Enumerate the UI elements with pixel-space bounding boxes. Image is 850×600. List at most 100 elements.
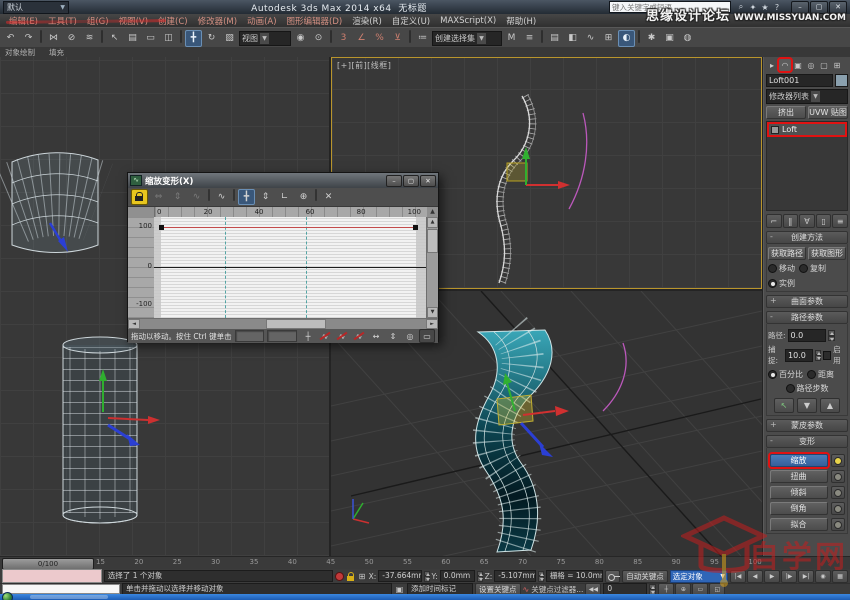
rollout-header[interactable]: - 变形 <box>766 435 848 448</box>
time-configuration-button[interactable]: ▦ <box>832 569 849 583</box>
path-steps-radio[interactable]: 路径步数 <box>785 383 829 394</box>
previous-shape-icon[interactable]: ▼ <box>797 398 817 413</box>
taskbar-app-button[interactable] <box>30 595 108 599</box>
deformation-button[interactable]: 扭曲 <box>769 470 828 483</box>
swap-deform-curves-icon[interactable]: ∿ <box>213 189 230 205</box>
help-icon[interactable]: ? <box>771 2 783 13</box>
hierarchy-tab[interactable]: ▣ <box>792 59 804 71</box>
distance-radio[interactable]: 距离 <box>807 369 834 380</box>
delete-control-point-icon[interactable]: ✕ <box>320 189 337 205</box>
menu-item[interactable]: 自定义(U) <box>387 15 435 27</box>
bind-to-space-warp-icon[interactable]: ≋ <box>81 30 98 47</box>
menu-item[interactable]: 渲染(R) <box>347 15 387 27</box>
rollout-header[interactable]: + 曲面参数 <box>766 295 848 308</box>
deformation-button[interactable]: 倾斜 <box>769 486 828 499</box>
toolbar-icon[interactable] <box>101 29 103 43</box>
windows-taskbar[interactable] <box>0 592 850 600</box>
selection-set-dropdown[interactable]: 选定对象 ▼ <box>669 569 729 583</box>
rollout-header[interactable]: - 创建方法 <box>766 231 848 244</box>
toolbar-icon[interactable] <box>638 29 640 43</box>
dialog-tool-icon[interactable] <box>315 189 317 201</box>
menu-item[interactable]: 图形编辑器(D) <box>282 15 348 27</box>
zoom-extents-icon[interactable]: ∿ <box>317 329 333 343</box>
previous-frame-button[interactable]: ◀ <box>747 569 764 583</box>
go-to-start-button[interactable]: |◀ <box>730 569 747 583</box>
select-and-manipulate-icon[interactable]: ⊙ <box>310 30 327 47</box>
modify-tab[interactable]: ◠ <box>779 59 791 71</box>
spinner-snap-toggle-icon[interactable]: ⊻ <box>389 30 406 47</box>
spinner[interactable] <box>649 583 657 595</box>
render-production-icon[interactable]: ◍ <box>679 30 696 47</box>
curve-editor-icon[interactable]: ∿ <box>582 30 599 47</box>
menu-item[interactable]: 修改器(M) <box>193 15 242 27</box>
bulb-toggle-icon[interactable] <box>830 502 845 515</box>
maximize-button[interactable]: ▢ <box>810 0 828 14</box>
move-control-point-icon[interactable]: ╋ <box>238 189 255 205</box>
z-coordinate-field[interactable]: -5.107mm <box>494 570 536 582</box>
isolate-selection-icon[interactable] <box>334 571 344 582</box>
bulb-toggle-icon[interactable] <box>830 470 845 483</box>
dialog-minimize-button[interactable]: – <box>386 174 402 187</box>
get-shape-button[interactable]: 获取图形 <box>808 247 846 260</box>
unlink-selection-icon[interactable]: ⊘ <box>63 30 80 47</box>
spinner[interactable] <box>537 570 544 582</box>
insert-bezier-point-icon[interactable]: ⊕ <box>295 189 312 205</box>
key-mode-toggle[interactable]: ◉ <box>815 569 832 583</box>
make-symmetrical-icon[interactable] <box>131 189 148 205</box>
deformation-button[interactable]: 缩放 <box>769 454 828 467</box>
coordinate-readout-field[interactable] <box>267 330 297 342</box>
menu-item[interactable]: 编辑(E) <box>4 15 43 27</box>
menu-item[interactable]: 帮助(H) <box>501 15 541 27</box>
layer-manager-icon[interactable]: ▤ <box>546 30 563 47</box>
schematic-view-icon[interactable]: ⊞ <box>600 30 617 47</box>
x-coordinate-field[interactable]: -37.664mm <box>378 570 422 582</box>
scrollbar-thumb[interactable] <box>265 319 326 329</box>
select-and-move-icon[interactable]: ╋ <box>185 29 202 47</box>
rollout-header[interactable]: - 路径参数 <box>766 311 848 324</box>
select-by-name-icon[interactable]: ▤ <box>124 30 141 47</box>
toolbar-icon[interactable] <box>409 29 411 43</box>
display-tab[interactable]: ▢ <box>818 59 830 71</box>
ribbon-tab[interactable]: 对象绘制 <box>5 47 35 58</box>
auto-key-button[interactable]: 自动关键点 <box>622 569 668 583</box>
search-input[interactable] <box>610 2 730 12</box>
absolute-mode-icon[interactable]: ⊞ <box>357 571 366 582</box>
maxscript-mini-listener-pink[interactable] <box>2 569 102 583</box>
select-and-link-icon[interactable]: ⋈ <box>45 30 62 47</box>
control-point[interactable] <box>413 225 418 230</box>
zoom-icon[interactable]: ◎ <box>402 329 418 343</box>
toolbar-icon[interactable] <box>40 29 42 43</box>
modifier-list-dropdown[interactable]: 修改器列表 ▼ <box>766 89 848 104</box>
horizontal-scrollbar[interactable]: ◄ ► <box>128 318 438 329</box>
mirror-icon[interactable]: M <box>503 30 520 47</box>
start-button[interactable] <box>2 592 13 600</box>
dialog-maximize-button[interactable]: ▢ <box>403 174 419 187</box>
menu-item[interactable]: 创建(C) <box>153 15 193 27</box>
dialog-title-bar[interactable]: ∿ 缩放变形(X) – ▢ ✕ <box>128 173 438 188</box>
menu-item[interactable]: MAXScript(X) <box>435 16 501 26</box>
search-icon[interactable]: ⌕ <box>735 2 747 13</box>
reference-coordinate-dropdown[interactable]: 视图 ▼ <box>239 30 291 46</box>
select-and-rotate-icon[interactable]: ↻ <box>203 30 220 47</box>
next-frame-button[interactable]: |▶ <box>781 569 798 583</box>
render-setup-icon[interactable]: ✱ <box>643 30 660 47</box>
favorites-icon[interactable]: ★ <box>759 2 771 13</box>
set-keys-button[interactable] <box>604 569 621 583</box>
toolbar-icon[interactable] <box>541 29 543 43</box>
scroll-up-arrow[interactable]: ▲ <box>427 207 438 217</box>
material-editor-icon[interactable]: ◐ <box>618 29 635 47</box>
creation-radio[interactable]: 移动 <box>768 263 795 274</box>
zoom-vertically-icon[interactable]: ⇕ <box>385 329 401 343</box>
select-and-scale-icon[interactable]: ▧ <box>221 30 238 47</box>
deformation-button[interactable]: 拟合 <box>769 518 828 531</box>
go-to-end-button[interactable]: ▶| <box>798 569 815 583</box>
align-icon[interactable]: ≡ <box>521 30 538 47</box>
snaps-toggle-icon[interactable]: 3 <box>335 30 352 47</box>
zoom-horizontal-extents-icon[interactable]: ∿ <box>334 329 350 343</box>
play-animation-button[interactable]: ▶ <box>764 569 781 583</box>
key-filters-button[interactable]: ∿ 关键点过滤器... <box>523 584 584 595</box>
bulb-toggle-icon[interactable] <box>830 486 845 499</box>
rendered-frame-window-icon[interactable]: ▣ <box>661 30 678 47</box>
get-path-button[interactable]: 获取路径 <box>768 247 806 260</box>
rectangular-selection-region-icon[interactable]: ▭ <box>142 30 159 47</box>
